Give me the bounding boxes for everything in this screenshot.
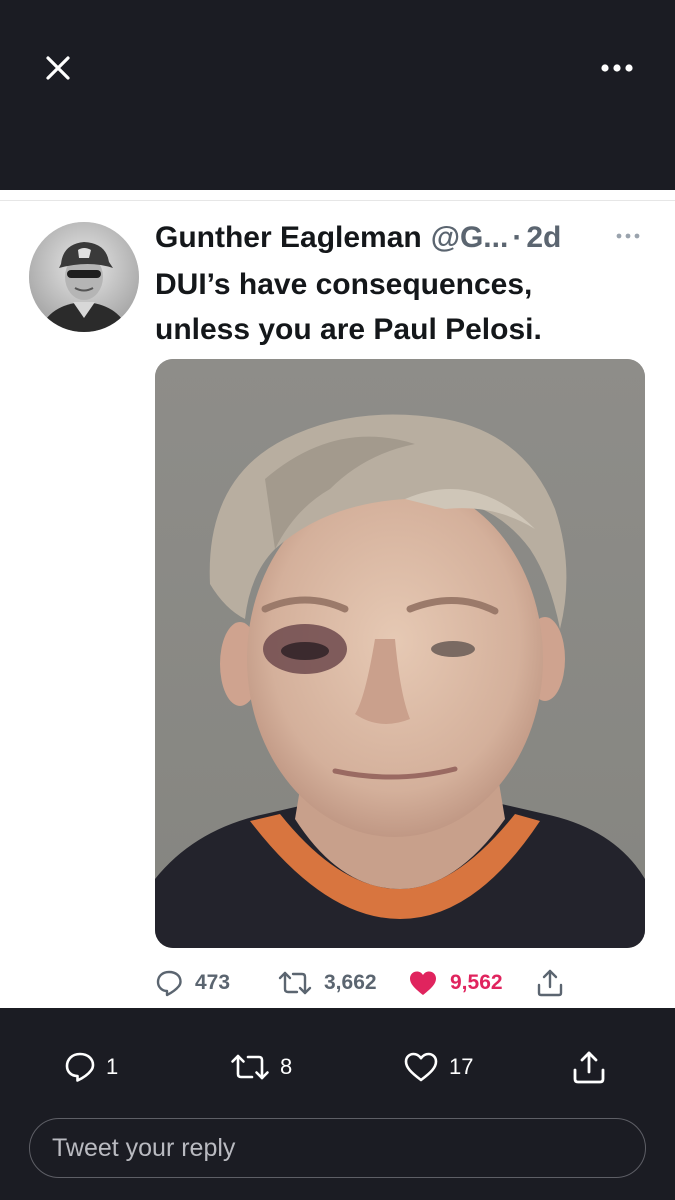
- separator-dot: ·: [512, 221, 523, 254]
- retweet-action[interactable]: 3,662: [278, 965, 377, 1001]
- bottom-like-count: 17: [449, 1054, 474, 1079]
- tweet-media[interactable]: [155, 359, 645, 948]
- bottom-like-action[interactable]: 17: [403, 1046, 473, 1088]
- tweet-text: DUI’s have consequences, unless you are …: [155, 262, 645, 352]
- close-icon: [46, 56, 70, 80]
- retweet-count: 3,662: [324, 971, 377, 994]
- tweet-timestamp[interactable]: 2d: [526, 221, 561, 255]
- reply-icon: [65, 1052, 95, 1082]
- like-action[interactable]: 9,562: [408, 965, 503, 1001]
- share-icon: [573, 1051, 605, 1084]
- close-button[interactable]: [38, 48, 78, 88]
- bottom-share-action[interactable]: [571, 1046, 607, 1088]
- share-icon: [537, 969, 563, 997]
- retweet-icon: [278, 971, 312, 995]
- bottom-retweet-action[interactable]: 8: [230, 1046, 292, 1088]
- more-horizontal-icon: [601, 64, 633, 72]
- divider: [0, 200, 675, 201]
- bottom-reply-count: 1: [106, 1054, 119, 1079]
- reply-count: 473: [195, 971, 231, 994]
- tweet-header: Gunther Eagleman @G... · 2d: [155, 218, 655, 258]
- reply-input[interactable]: Tweet your reply: [29, 1118, 646, 1178]
- author-name[interactable]: Gunther Eagleman: [155, 221, 422, 255]
- reply-icon: [156, 970, 182, 997]
- mugshot-photo: [155, 359, 645, 948]
- reply-placeholder: Tweet your reply: [52, 1133, 236, 1162]
- reply-action[interactable]: 473: [155, 965, 230, 1001]
- more-options-button[interactable]: [597, 50, 637, 86]
- author-handle[interactable]: @G...: [431, 221, 509, 255]
- retweet-icon: [231, 1054, 269, 1080]
- heart-filled-icon: [410, 971, 436, 995]
- like-count: 9,562: [450, 971, 503, 994]
- user-avatar-photo: [29, 222, 139, 332]
- bottom-retweet-count: 8: [280, 1054, 293, 1079]
- top-bar: [0, 0, 675, 190]
- tweet-text-line: unless you are Paul Pelosi.: [155, 313, 542, 346]
- tweet-more-button[interactable]: [611, 226, 645, 246]
- tweet-text-line: DUI’s have consequences,: [155, 268, 533, 301]
- bottom-reply-action[interactable]: 1: [64, 1046, 118, 1088]
- share-action[interactable]: [536, 965, 564, 1001]
- more-horizontal-icon: [616, 233, 640, 239]
- avatar[interactable]: [29, 222, 139, 332]
- heart-outline-icon: [404, 1052, 438, 1082]
- tweet-actions: 473 3,662 9,562: [155, 965, 645, 1001]
